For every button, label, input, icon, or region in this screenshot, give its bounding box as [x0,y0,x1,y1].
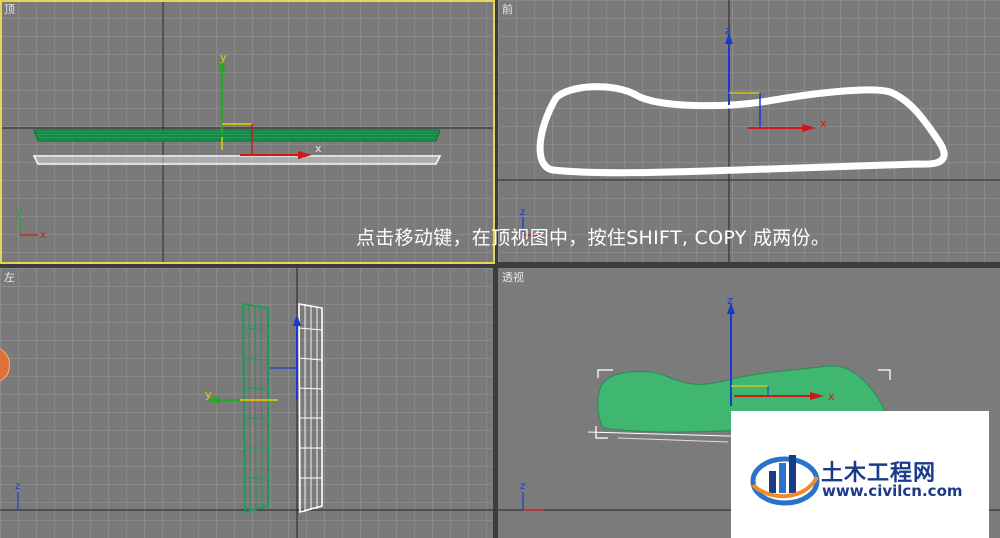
world-axis-icon: z [15,481,20,510]
axis-label-y: y [220,51,227,64]
svg-text:z: z [725,24,731,37]
viewport-label-top[interactable]: 顶 [4,1,15,17]
world-axis-icon: y x [16,207,46,241]
copied-object-left[interactable] [298,303,323,514]
world-axis-icon: z [520,481,543,511]
watermark-url: www.civilcn.com [822,482,963,500]
viewport-label-left[interactable]: 左 [4,269,15,285]
svg-text:x: x [828,390,835,403]
axis-label-x: x [315,142,322,155]
viewport-label-perspective[interactable]: 透视 [502,269,524,285]
viewport-label-front[interactable]: 前 [502,1,513,17]
selected-object-top[interactable] [33,129,441,142]
viewport-left[interactable]: 左 y z [0,268,493,538]
svg-text:z: z [520,207,525,218]
tutorial-caption: 点击移动键，在顶视图中，按住SHIFT, COPY 成两份。 [356,227,831,249]
move-gizmo-icon[interactable] [218,60,312,159]
svg-text:x: x [820,117,827,130]
svg-text:x: x [40,230,46,241]
svg-text:z: z [15,481,20,492]
svg-text:y: y [16,207,22,218]
shoe-outline-front[interactable] [536,83,948,177]
svg-text:z: z [727,294,733,307]
selected-object-left[interactable] [241,302,269,514]
viewport-left-canvas: y z [0,268,493,538]
site-logo-icon [750,455,820,506]
move-gizmo-icon[interactable] [725,32,816,132]
svg-text:z: z [520,481,525,492]
svg-text:y: y [205,388,212,401]
site-watermark: 土木工程网 www.civilcn.com [731,411,989,538]
copied-object-top[interactable] [32,155,442,165]
